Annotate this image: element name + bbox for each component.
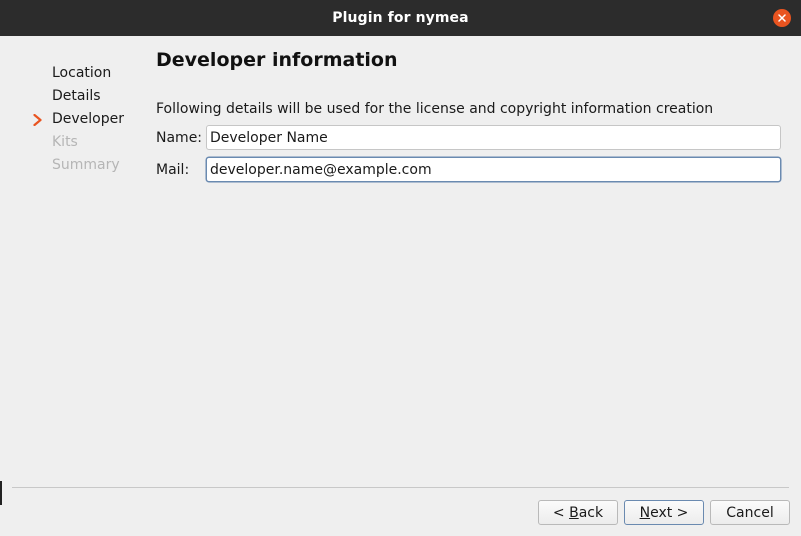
name-label: Name: xyxy=(156,129,203,146)
step-label: Developer xyxy=(52,111,125,127)
step-label: Summary xyxy=(52,157,120,173)
mail-field[interactable] xyxy=(206,157,781,182)
step-label: Kits xyxy=(52,134,78,150)
next-button[interactable]: Next > xyxy=(624,500,704,525)
window-title: Plugin for nymea xyxy=(332,10,469,26)
step-location: Location xyxy=(30,62,140,85)
mail-label: Mail: xyxy=(156,161,190,178)
title-bar: Plugin for nymea xyxy=(0,0,801,36)
window-edge-marker xyxy=(0,481,2,505)
step-details: Details xyxy=(30,85,140,108)
step-label: Details xyxy=(52,88,101,104)
back-mnemonic: B xyxy=(569,504,579,521)
page-title: Developer information xyxy=(156,49,398,71)
step-label: Location xyxy=(52,65,112,81)
wizard-steps: Location Details Developer Kits Summary xyxy=(30,62,140,177)
wizard-window: Plugin for nymea Location Details Develo… xyxy=(0,0,801,536)
back-rest: ack xyxy=(578,504,604,521)
cancel-label: Cancel xyxy=(726,504,774,521)
mail-row: Mail: xyxy=(156,157,781,182)
button-separator xyxy=(12,487,789,488)
name-row: Name: xyxy=(156,125,781,150)
close-button[interactable] xyxy=(773,9,791,27)
back-button[interactable]: < Back xyxy=(538,500,618,525)
close-icon xyxy=(778,14,786,22)
name-field[interactable] xyxy=(206,125,781,150)
cancel-button[interactable]: Cancel xyxy=(710,500,790,525)
back-prefix: < xyxy=(552,504,570,521)
step-developer: Developer xyxy=(30,108,140,131)
current-step-arrow-icon xyxy=(33,114,42,126)
step-kits: Kits xyxy=(30,131,140,154)
page-content: Developer information Following details … xyxy=(156,44,781,182)
next-rest: ext > xyxy=(650,504,689,521)
page-description: Following details will be used for the l… xyxy=(156,101,714,117)
next-mnemonic: N xyxy=(639,504,651,521)
step-summary: Summary xyxy=(30,154,140,177)
